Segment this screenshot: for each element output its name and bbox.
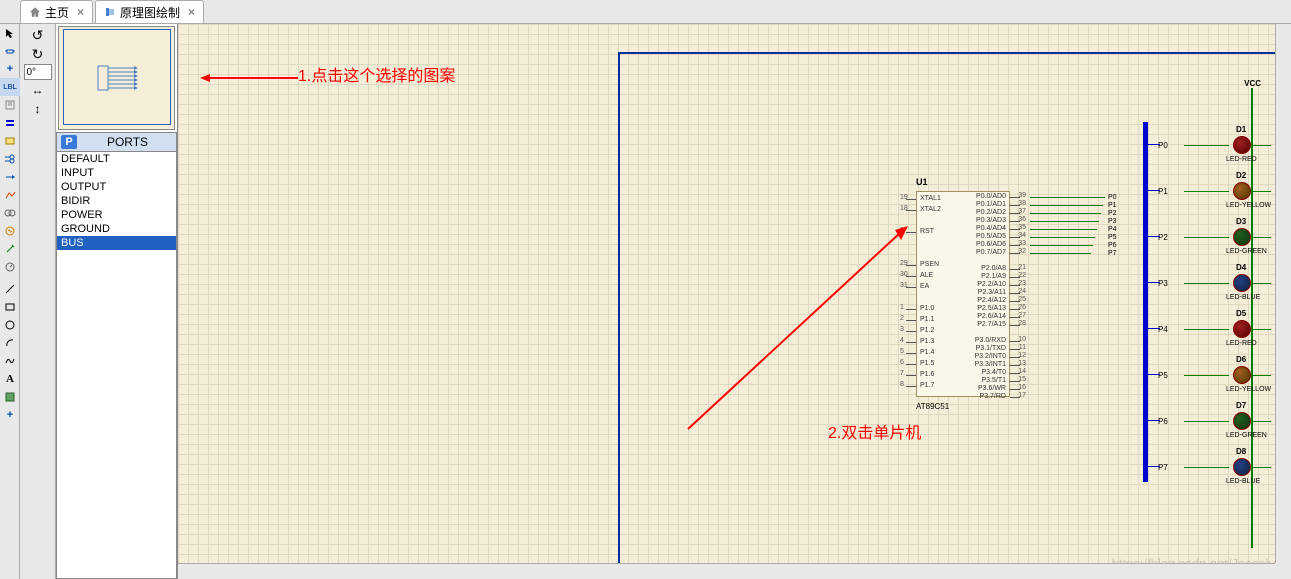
port-bus[interactable]: BUS <box>57 236 176 250</box>
bus-line[interactable] <box>1143 122 1148 482</box>
tab-home[interactable]: 主页 × <box>20 0 93 23</box>
chip-ref: U1 <box>916 177 928 187</box>
led-row-2: P2 D3 LED-GREEN R3 470 <box>1158 224 1291 250</box>
close-icon[interactable]: × <box>77 5 84 19</box>
tab-bar: 主页 × 原理图绘制 × <box>0 0 1291 24</box>
p-icon[interactable]: P <box>61 135 77 149</box>
bus-term-P5[interactable]: P5 <box>1108 234 1117 241</box>
terminal-P3[interactable]: P3 <box>1158 279 1172 288</box>
scrollbar-vertical[interactable] <box>1275 24 1291 563</box>
terminal-P4[interactable]: P4 <box>1158 325 1172 334</box>
led-D4[interactable]: D4 LED-BLUE <box>1233 274 1251 292</box>
port-default[interactable]: DEFAULT <box>57 152 176 166</box>
tab-home-label: 主页 <box>45 4 69 21</box>
select-tool[interactable] <box>0 24 20 42</box>
led-D1[interactable]: D1 LED-RED <box>1233 136 1251 154</box>
line-tool[interactable] <box>0 280 20 298</box>
mcu-chip[interactable]: U1 AT89C51 19XTAL118XTAL29RST29PSEN30ALE… <box>898 179 1028 409</box>
bus-term-P0[interactable]: P0 <box>1108 194 1117 201</box>
box-tool[interactable] <box>0 298 20 316</box>
rotate-ccw[interactable]: ↺ <box>22 26 54 44</box>
ports-header: P PORTS <box>56 132 177 152</box>
terminal-P2[interactable]: P2 <box>1158 233 1172 242</box>
rotation-input[interactable] <box>24 64 52 80</box>
led-D7[interactable]: D7 LED-GREEN <box>1233 412 1251 430</box>
arrow-1 <box>200 72 300 92</box>
tape-tool[interactable] <box>0 204 20 222</box>
pin-tool[interactable] <box>0 168 20 186</box>
bus-tool[interactable] <box>0 114 20 132</box>
home-icon <box>29 6 41 18</box>
circle-tool[interactable] <box>0 316 20 334</box>
label-tool[interactable]: LBL <box>0 78 20 96</box>
instrument-tool[interactable] <box>0 258 20 276</box>
text-tool[interactable]: A <box>0 370 20 388</box>
chip-name: AT89C51 <box>916 402 949 411</box>
text-script-tool[interactable] <box>0 96 20 114</box>
subcircuit-tool[interactable] <box>0 132 20 150</box>
flip-v[interactable]: ↕ <box>22 100 54 118</box>
port-output[interactable]: OUTPUT <box>57 180 176 194</box>
port-input[interactable]: INPUT <box>57 166 176 180</box>
flip-h[interactable]: ↔ <box>22 81 54 99</box>
annotation-1: 1.点击这个选择的图案 <box>298 62 455 86</box>
marker-tool[interactable]: + <box>0 406 20 424</box>
scrollbar-horizontal[interactable] <box>178 563 1275 579</box>
led-row-6: P6 D7 LED-GREEN R7 470 <box>1158 408 1291 434</box>
path-tool[interactable] <box>0 352 20 370</box>
arrow-2 <box>683 224 913 434</box>
preview-pane <box>58 26 175 130</box>
led-row-5: P5 D6 LED-YELLOW R6 470 <box>1158 362 1291 388</box>
led-D3[interactable]: D3 LED-GREEN <box>1233 228 1251 246</box>
vcc-label: VCC <box>1244 79 1261 88</box>
led-D6[interactable]: D6 LED-YELLOW <box>1233 366 1251 384</box>
terminal-tool[interactable] <box>0 150 20 168</box>
component-tool[interactable] <box>0 42 20 60</box>
schematic-icon <box>104 6 116 18</box>
side-panel: P PORTS DEFAULT INPUT OUTPUT BIDIR POWER… <box>56 24 178 579</box>
probe-tool[interactable] <box>0 240 20 258</box>
bus-term-P1[interactable]: P1 <box>1108 202 1117 209</box>
graph-tool[interactable] <box>0 186 20 204</box>
led-row-1: P1 D2 LED-YELLOW R2 470 <box>1158 178 1291 204</box>
generator-tool[interactable] <box>0 222 20 240</box>
rotate-cw[interactable]: ↻ <box>22 45 54 63</box>
junction-tool[interactable]: + <box>0 60 20 78</box>
ports-list[interactable]: DEFAULT INPUT OUTPUT BIDIR POWER GROUND … <box>56 152 177 579</box>
port-power[interactable]: POWER <box>57 208 176 222</box>
bus-term-P2[interactable]: P2 <box>1108 210 1117 217</box>
led-D8[interactable]: D8 LED-BLUE <box>1233 458 1251 476</box>
rotation-toolbar: ↺ ↻ ↔ ↕ <box>20 24 56 579</box>
terminal-P5[interactable]: P5 <box>1158 371 1172 380</box>
terminal-P0[interactable]: P0 <box>1158 141 1172 150</box>
port-bidir[interactable]: BIDIR <box>57 194 176 208</box>
tab-schematic-label: 原理图绘制 <box>120 4 180 21</box>
bus-term-P7[interactable]: P7 <box>1108 250 1117 257</box>
bus-term-P6[interactable]: P6 <box>1108 242 1117 249</box>
terminal-P6[interactable]: P6 <box>1158 417 1172 426</box>
close-icon[interactable]: × <box>188 5 195 19</box>
arc-tool[interactable] <box>0 334 20 352</box>
schematic-canvas[interactable]: U1 AT89C51 19XTAL118XTAL29RST29PSEN30ALE… <box>178 24 1291 579</box>
terminal-P7[interactable]: P7 <box>1158 463 1172 472</box>
terminal-P1[interactable]: P1 <box>1158 187 1172 196</box>
led-D5[interactable]: D5 LED-RED <box>1233 320 1251 338</box>
symbol-tool[interactable] <box>0 388 20 406</box>
bus-term-P4[interactable]: P4 <box>1108 226 1117 233</box>
led-row-0: P0 D1 LED-RED R1 470 <box>1158 132 1291 158</box>
led-row-4: P4 D5 LED-RED R5 470 <box>1158 316 1291 342</box>
ports-title: PORTS <box>83 135 172 149</box>
led-D2[interactable]: D2 LED-YELLOW <box>1233 182 1251 200</box>
left-toolbar: + LBL A + <box>0 24 20 579</box>
port-ground[interactable]: GROUND <box>57 222 176 236</box>
bus-term-P3[interactable]: P3 <box>1108 218 1117 225</box>
tab-schematic[interactable]: 原理图绘制 × <box>95 0 204 23</box>
led-row-7: P7 D8 LED-BLUE R8 470 <box>1158 454 1291 480</box>
led-row-3: P3 D4 LED-BLUE R4 470 <box>1158 270 1291 296</box>
